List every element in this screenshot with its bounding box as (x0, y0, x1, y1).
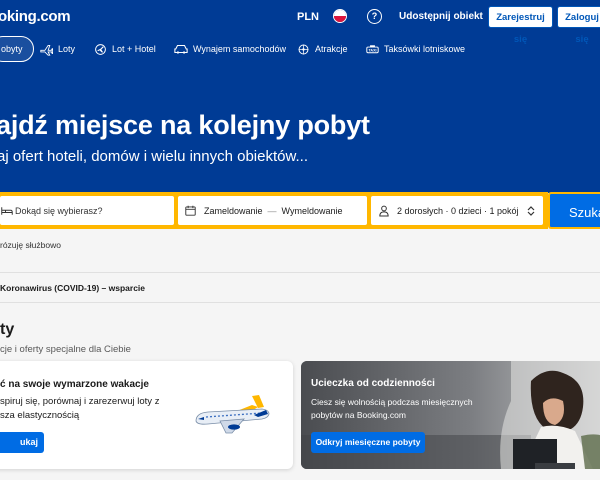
chevron-updown-icon (527, 205, 534, 216)
hero-subtitle: aj ofert hoteli, domów i wielu innych ob… (0, 148, 308, 165)
nav-tab-label: Taksówki lotniskowe (384, 44, 466, 54)
svg-text:TAXI: TAXI (368, 48, 376, 52)
nav-tab-flight-hotel[interactable]: Lot + Hotel (94, 36, 156, 62)
checkout-label[interactable]: Wymeldowanie (282, 206, 343, 216)
nav-tab-label: Loty (58, 44, 76, 54)
person-icon (379, 205, 389, 216)
search-bar: Dokąd się wybierasz? Zameldowanie — Wyme… (0, 192, 548, 229)
car-icon (174, 44, 188, 54)
nav-tab-label: Atrakcje (315, 44, 348, 54)
help-icon[interactable]: ? (367, 9, 382, 24)
nav-tab-car-rental[interactable]: Wynajem samochodów (174, 36, 286, 62)
card-title: Ucieczka od codzienności (311, 378, 435, 389)
currency-selector[interactable]: PLN (297, 11, 319, 23)
divider (0, 272, 600, 273)
card-description: spiruj się, porównaj i zarezerwuj loty z… (0, 396, 160, 421)
search-flights-button[interactable]: ukaj lotów (0, 432, 44, 468)
covid-support-link[interactable]: Koronawirus (COVID-19) – wsparcie (0, 283, 145, 293)
card-description: Ciesz się wolnością podczas miesięcznych… (311, 397, 473, 420)
business-travel-checkbox-label[interactable]: rózuję służbowo (0, 240, 61, 250)
flights-promo-card: ć na swoje wymarzone wakacje spiruj się,… (0, 361, 293, 469)
checkin-label[interactable]: Zameldowanie (204, 206, 263, 216)
taxi-icon: TAXI (366, 44, 379, 53)
divider (0, 302, 600, 303)
register-button[interactable]: Zarejestruj się (488, 6, 553, 45)
offers-subheading: cje i oferty specjalne dla Ciebie (0, 344, 131, 355)
occupancy-field[interactable]: 2 dorosłych · 0 dzieci · 1 pokój (371, 196, 543, 225)
plane-icon (40, 44, 53, 56)
list-property-link[interactable]: Udostępnij obiekt (399, 11, 483, 22)
language-flag-icon[interactable] (333, 9, 347, 23)
hero-section: oking.com PLN ? Udostępnij obiekt Zareje… (0, 0, 600, 193)
nav-tab-label: Lot + Hotel (112, 44, 156, 54)
nav-tab-airport-taxis[interactable]: TAXI Taksówki lotniskowe (366, 36, 465, 62)
destination-input[interactable]: Dokąd się wybierasz? (15, 206, 103, 216)
login-button[interactable]: Zaloguj się (557, 6, 600, 45)
bed-icon (1, 206, 13, 215)
logo[interactable]: oking.com (0, 8, 71, 25)
nav-tab-flights[interactable]: Loty (40, 36, 75, 62)
occupancy-label: 2 dorosłych · 0 dzieci · 1 pokój (397, 205, 519, 216)
nav-tab-label: obyty (1, 44, 23, 54)
nav-tab-attractions[interactable]: Atrakcje (297, 36, 348, 62)
date-field[interactable]: Zameldowanie — Wymeldowanie (178, 196, 367, 225)
monthly-stays-promo-card: Ucieczka od codzienności Ciesz się wolno… (301, 361, 600, 469)
nav-tab-label: Wynajem samochodów (193, 44, 286, 54)
flight-hotel-icon (95, 43, 106, 55)
discover-monthly-stays-button[interactable]: Odkryj miesięczne pobyty (311, 432, 425, 453)
calendar-icon (185, 205, 196, 216)
airplane-illustration-icon (195, 395, 270, 434)
hero-title: ajdź miejsce na kolejny pobyt (0, 110, 370, 140)
date-separator: — (267, 205, 277, 216)
attractions-icon (298, 44, 309, 54)
destination-field[interactable]: Dokąd się wybierasz? (0, 196, 174, 225)
nav-tab-stays[interactable]: obyty (0, 36, 34, 62)
offers-heading: ty (0, 321, 15, 338)
card-title: ć na swoje wymarzone wakacje (0, 379, 149, 390)
search-button[interactable]: Szukaj (548, 192, 600, 229)
